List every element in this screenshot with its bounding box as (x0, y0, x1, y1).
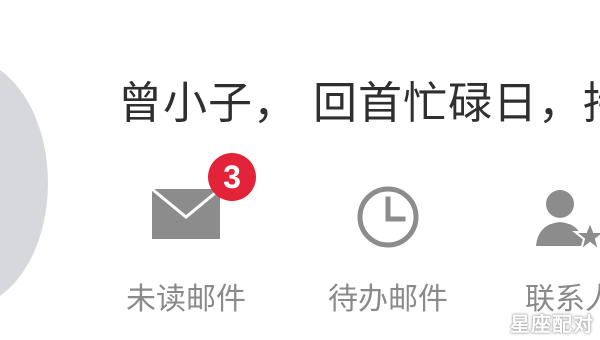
greeting-text: 曾小子， 回首忙碌日，持 (118, 78, 600, 129)
mail-home-panel: 曾小子， 回首忙碌日，持 未读邮件 3 待办邮件 联系 星座配对 (0, 0, 600, 340)
contacts-star-icon (530, 184, 600, 258)
unread-mail-label: 未读邮件 (126, 282, 246, 317)
envelope-icon (151, 187, 221, 244)
todo-mail-label: 待办邮件 (328, 282, 448, 317)
contacts-shortcut[interactable]: 联系人 (490, 170, 600, 330)
watermark-text: 星座配对 (510, 312, 594, 336)
clock-icon (355, 184, 421, 254)
unread-count-badge: 3 (208, 153, 256, 201)
avatar[interactable] (0, 58, 48, 308)
todo-mail-shortcut[interactable]: 待办邮件 (308, 170, 468, 330)
